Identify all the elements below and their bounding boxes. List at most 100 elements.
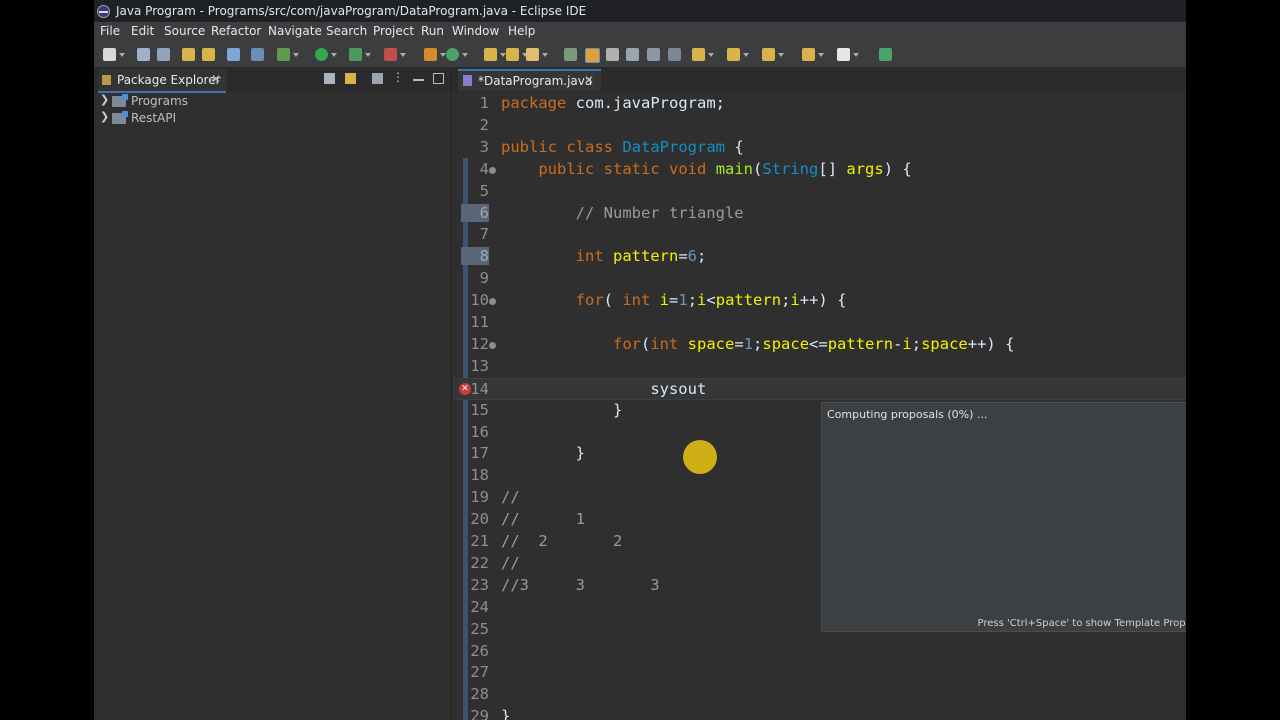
- menu-file[interactable]: File: [100, 22, 120, 41]
- menu-project[interactable]: Project: [373, 22, 414, 41]
- view-menu-icon[interactable]: ⋮: [392, 70, 404, 84]
- code-editor[interactable]: 1 package com.javaProgram; 2 3 public class …: [453, 92, 1186, 720]
- code-line[interactable]: 14 ✕ sysout: [453, 377, 1186, 400]
- code-line[interactable]: 25: [453, 619, 1186, 641]
- fold-toggle-icon[interactable]: [489, 298, 496, 306]
- code-line[interactable]: 21 // 2 2: [453, 531, 1186, 553]
- skip-breakpoints-icon[interactable]: [251, 48, 264, 61]
- code-line[interactable]: 9: [453, 268, 1186, 290]
- chevron-right-icon[interactable]: ❯: [100, 110, 109, 123]
- code-line[interactable]: 18: [453, 465, 1186, 487]
- code-line[interactable]: 15 }: [453, 400, 1186, 422]
- close-icon[interactable]: ✕: [584, 73, 594, 87]
- menu-refactor[interactable]: Refactor: [211, 22, 261, 41]
- code-line[interactable]: 28: [453, 684, 1186, 706]
- show-whitespace-icon[interactable]: [626, 48, 639, 61]
- forward-icon[interactable]: [837, 48, 859, 61]
- line-number: 27: [470, 663, 489, 682]
- code-line[interactable]: 2: [453, 115, 1186, 137]
- tab-label: *DataProgram.java: [478, 74, 593, 88]
- fold-toggle-icon[interactable]: [489, 341, 496, 349]
- code-line[interactable]: 13: [453, 356, 1186, 378]
- error-marker-icon[interactable]: ✕: [459, 382, 471, 395]
- new-class-icon[interactable]: [446, 48, 468, 61]
- line-number: 10: [470, 291, 489, 310]
- toggle-mark-icon[interactable]: [564, 48, 577, 61]
- chevron-right-icon[interactable]: ❯: [100, 93, 109, 106]
- tab-package-explorer[interactable]: Package Explorer ✕: [98, 69, 226, 93]
- redo-icon[interactable]: [202, 48, 215, 61]
- editor-panel: *DataProgram.java ✕ 1 package com.javaPro…: [453, 68, 1186, 720]
- code-line[interactable]: 23 //3 3 3: [453, 575, 1186, 597]
- close-icon[interactable]: ✕: [211, 72, 221, 86]
- code-line[interactable]: 19 //: [453, 487, 1186, 509]
- debug-icon[interactable]: [277, 48, 299, 61]
- new-java-project-icon[interactable]: [424, 48, 446, 61]
- next-annotation-icon[interactable]: [692, 48, 714, 61]
- perspective-icon[interactable]: [879, 48, 892, 61]
- line-number: 9: [479, 269, 489, 288]
- menu-bar: File Edit Source Refactor Navigate Searc…: [94, 22, 1186, 42]
- new-icon[interactable]: [103, 48, 125, 61]
- menu-search[interactable]: Search: [326, 22, 367, 41]
- fold-toggle-icon[interactable]: [489, 166, 496, 174]
- last-edit-icon[interactable]: [762, 48, 784, 61]
- menu-edit[interactable]: Edit: [131, 22, 154, 41]
- save-all-icon[interactable]: [157, 48, 170, 61]
- line-number: 3: [479, 137, 489, 156]
- code-line[interactable]: 17 }: [453, 443, 1186, 465]
- menu-navigate[interactable]: Navigate: [268, 22, 322, 41]
- collapse-all-icon[interactable]: [324, 73, 335, 84]
- code-line[interactable]: 20 // 1: [453, 509, 1186, 531]
- block-selection-icon[interactable]: [606, 48, 619, 61]
- tree-item-programs[interactable]: ❯ Programs: [94, 92, 451, 110]
- code-line[interactable]: 1 package com.javaProgram;: [453, 93, 1186, 115]
- undo-icon[interactable]: [182, 48, 195, 61]
- menu-help[interactable]: Help: [508, 22, 535, 41]
- code-line[interactable]: 26: [453, 641, 1186, 663]
- tab-dataprogram-java[interactable]: *DataProgram.java ✕: [458, 69, 601, 91]
- code-line[interactable]: 22 //: [453, 553, 1186, 575]
- terminal-icon[interactable]: [227, 48, 240, 61]
- previous-annotation-icon[interactable]: [727, 48, 749, 61]
- code-line[interactable]: 7: [453, 224, 1186, 246]
- code-line[interactable]: 24: [453, 597, 1186, 619]
- menu-source[interactable]: Source: [164, 22, 205, 41]
- minimize-icon[interactable]: [413, 79, 424, 81]
- run-icon[interactable]: [315, 48, 337, 61]
- code-line[interactable]: 6 // Number triangle: [453, 203, 1186, 225]
- open-folder-icon[interactable]: [506, 48, 528, 61]
- tree-item-restapi[interactable]: ❯ RestAPI: [94, 109, 451, 127]
- package-explorer-icon: [102, 75, 111, 85]
- code-line[interactable]: 8 int pattern=6;: [453, 246, 1186, 268]
- save-icon[interactable]: [137, 48, 150, 61]
- line-number: 11: [470, 313, 489, 331]
- code-line[interactable]: 16: [453, 422, 1186, 444]
- code-line[interactable]: 29}: [453, 706, 1186, 720]
- code-line[interactable]: 10 for( int i=1;i<pattern;i++) {: [453, 290, 1186, 312]
- filters-icon[interactable]: [372, 73, 383, 84]
- code-line[interactable]: 3 public class DataProgram {: [453, 137, 1186, 159]
- link-with-editor-icon[interactable]: [345, 73, 356, 84]
- external-tools-icon[interactable]: [384, 48, 406, 61]
- coverage-icon[interactable]: [349, 48, 371, 61]
- code-text: //3 3 3: [501, 575, 660, 594]
- code-line[interactable]: 4 public static void main(String[] args)…: [453, 159, 1186, 181]
- open-type-icon[interactable]: [484, 48, 506, 61]
- code-line[interactable]: 27: [453, 662, 1186, 684]
- menu-window[interactable]: Window: [452, 22, 499, 41]
- highlight-icon[interactable]: [585, 48, 600, 63]
- search-tool-icon[interactable]: [526, 48, 548, 61]
- back-icon[interactable]: [802, 48, 824, 61]
- paragraph-icon[interactable]: [668, 48, 681, 61]
- code-line[interactable]: 11: [453, 312, 1186, 334]
- java-project-icon: [112, 111, 128, 124]
- code-line[interactable]: 5: [453, 181, 1186, 203]
- code-text: for( int i=1;i<pattern;i++) {: [575, 291, 847, 310]
- code-text: }: [501, 400, 623, 419]
- word-wrap-icon[interactable]: [647, 48, 660, 61]
- maximize-icon[interactable]: [433, 73, 444, 84]
- code-line[interactable]: 12 for(int space=1;space<=pattern-i;spac…: [453, 334, 1186, 356]
- menu-run[interactable]: Run: [421, 22, 444, 41]
- code-text: }: [501, 707, 511, 720]
